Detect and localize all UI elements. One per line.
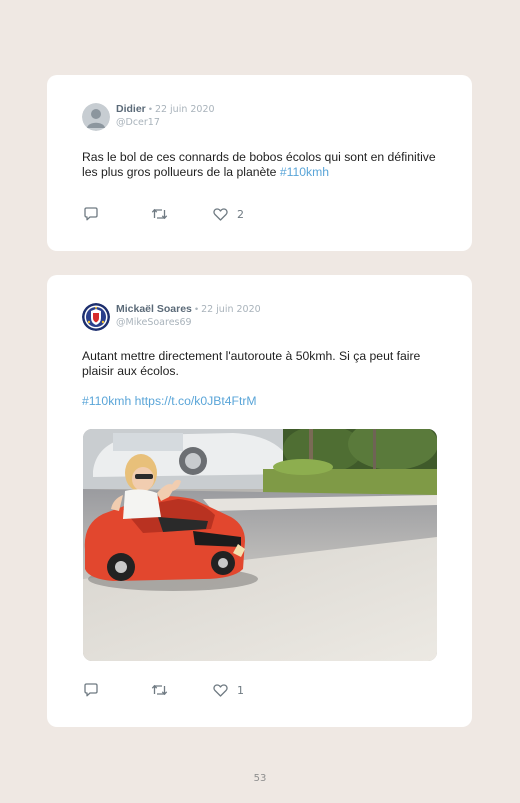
- tweet-card: Didier • 22 juin 2020 @Dcer17 Ras le bol…: [47, 75, 472, 251]
- tweet-text: Autant mettre directement l'autoroute à …: [82, 349, 421, 378]
- retweet-icon: [151, 208, 168, 220]
- tweet-actions: 1: [83, 683, 244, 697]
- avatar[interactable]: [82, 103, 110, 131]
- like-count: 1: [237, 683, 244, 697]
- like-count: 2: [237, 207, 244, 221]
- separator-dot: •: [148, 104, 153, 115]
- heart-icon: [213, 207, 228, 221]
- reply-button[interactable]: [83, 207, 151, 221]
- default-user-avatar-icon: [82, 103, 110, 131]
- tweet-header: Mickaël Soares • 22 juin 2020 @MikeSoare…: [82, 303, 261, 331]
- like-button[interactable]: 1: [213, 684, 244, 697]
- tweet-text-body: Ras le bol de ces connards de bobos écol…: [82, 150, 436, 179]
- author-handle[interactable]: @MikeSoares69: [116, 316, 261, 329]
- retweet-icon: [151, 684, 168, 696]
- club-crest-avatar-icon: [82, 303, 110, 331]
- reply-button[interactable]: [83, 683, 151, 697]
- url-link[interactable]: https://t.co/k0JBt4FtrM: [135, 394, 257, 408]
- tweet-card: Mickaël Soares • 22 juin 2020 @MikeSoare…: [47, 275, 472, 727]
- author-name[interactable]: Didier: [116, 103, 146, 115]
- child-in-toy-car-photo-icon: [83, 429, 437, 661]
- hashtag-link[interactable]: #110kmh: [82, 394, 131, 408]
- like-button[interactable]: 2: [213, 208, 244, 221]
- tweet-date[interactable]: 22 juin 2020: [201, 304, 261, 315]
- reply-icon: [84, 207, 98, 221]
- hashtag-link[interactable]: #110kmh: [280, 165, 329, 179]
- retweet-button[interactable]: [151, 207, 213, 221]
- tweet-header: Didier • 22 juin 2020 @Dcer17: [82, 103, 215, 131]
- reply-icon: [84, 683, 98, 697]
- tweet-media-photo[interactable]: [83, 429, 437, 661]
- tweet-text: Ras le bol de ces connards de bobos écol…: [82, 150, 442, 180]
- tweet-actions: 2: [83, 207, 244, 221]
- author-handle[interactable]: @Dcer17: [116, 116, 215, 129]
- separator-dot: •: [194, 304, 199, 315]
- avatar[interactable]: [82, 303, 110, 331]
- heart-icon: [213, 683, 228, 697]
- tweet-date[interactable]: 22 juin 2020: [155, 104, 215, 115]
- author-name[interactable]: Mickaël Soares: [116, 303, 192, 315]
- retweet-button[interactable]: [151, 683, 213, 697]
- page-number: 53: [253, 773, 267, 784]
- tweet-text-links: #110kmh https://t.co/k0JBt4FtrM: [82, 394, 442, 409]
